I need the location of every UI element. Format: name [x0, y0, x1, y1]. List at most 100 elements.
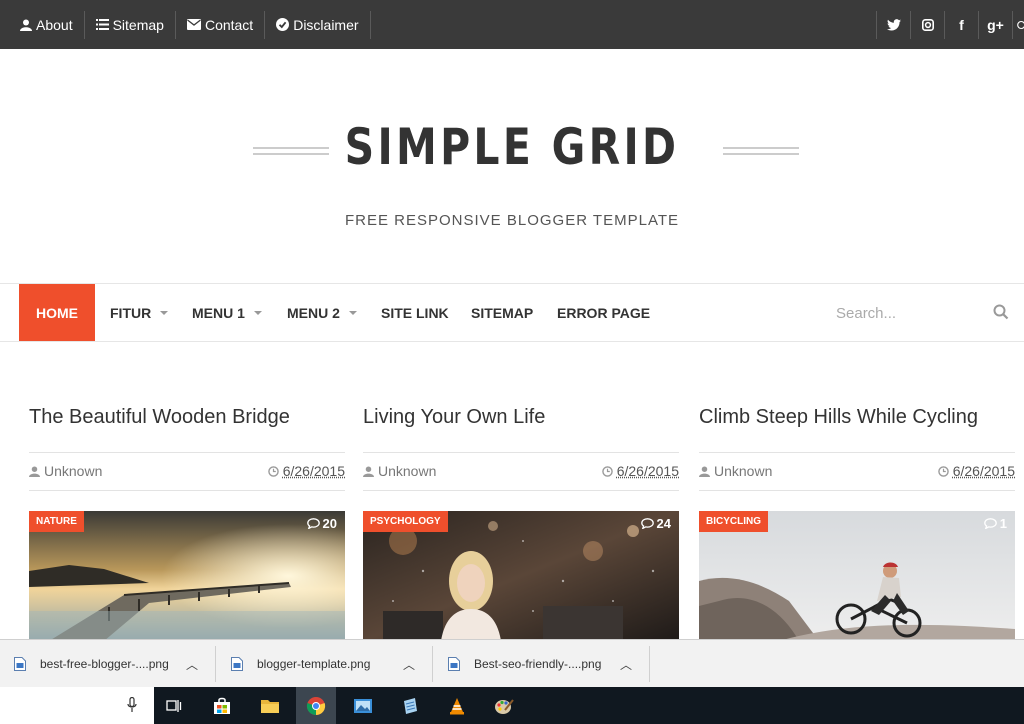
post-date: 6/26/2015 [267, 463, 345, 479]
download-item[interactable]: best-free-blogger-....png [14, 645, 169, 683]
top-link-disclaimer[interactable]: Disclaimer [265, 10, 371, 39]
vlc-icon[interactable] [437, 687, 477, 724]
comment-count-value: 1 [999, 516, 1007, 531]
top-link-label: Contact [204, 16, 254, 33]
store-icon[interactable] [202, 687, 242, 724]
pinterest-icon[interactable] [1012, 10, 1024, 39]
nav-item-menu-1[interactable]: MENU 1 [192, 284, 262, 341]
facebook-icon[interactable]: f [944, 10, 978, 39]
social-links: f g+ [876, 0, 1024, 49]
twitter-icon[interactable] [876, 10, 910, 39]
comment-icon [306, 518, 320, 529]
microphone-icon[interactable] [127, 697, 137, 713]
chevron-up-icon[interactable]: ︿ [186, 656, 198, 673]
divider [649, 646, 650, 682]
taskbar [0, 687, 1024, 724]
post-thumbnail[interactable]: BICYCLING 1 [699, 511, 1015, 641]
date-value: 6/26/2015 [616, 463, 679, 479]
site-title[interactable]: SIMPLE GRID [92, 118, 932, 176]
user-icon [20, 19, 32, 31]
search-box[interactable] [0, 687, 154, 724]
author-name: Unknown [714, 463, 773, 479]
file-explorer-icon[interactable] [250, 687, 290, 724]
post-date: 6/26/2015 [601, 463, 679, 479]
divider [29, 490, 345, 491]
category-label[interactable]: NATURE [29, 511, 84, 532]
main-nav: HOME FITUR MENU 1 MENU 2 SITE LINK SITEM… [0, 283, 1024, 342]
post-title[interactable]: Climb Steep Hills While Cycling [699, 406, 978, 429]
divider [215, 646, 216, 682]
author-name: Unknown [44, 463, 103, 479]
caret-down-icon [348, 310, 357, 315]
top-link-label: Sitemap [112, 16, 164, 33]
search-icon[interactable] [993, 304, 1009, 320]
facebook-glyph: f [959, 16, 964, 33]
post-title[interactable]: The Beautiful Wooden Bridge [29, 406, 290, 429]
category-label[interactable]: BICYCLING [699, 511, 768, 532]
divider [699, 452, 1015, 453]
top-bar: About Sitemap Contact Disclaimer f g+ [0, 0, 1024, 49]
download-item[interactable]: Best-seo-friendly-....png [448, 645, 601, 683]
search-input[interactable] [836, 302, 986, 324]
post-author[interactable]: Unknown [699, 463, 772, 479]
post-title[interactable]: Living Your Own Life [363, 406, 545, 429]
google-plus-glyph: g+ [987, 16, 1004, 33]
google-plus-icon[interactable]: g+ [978, 10, 1012, 39]
caret-down-icon [160, 310, 169, 315]
post-thumbnail[interactable]: NATURE 20 [29, 511, 345, 641]
chevron-up-icon[interactable]: ︿ [620, 656, 632, 673]
chrome-icon[interactable] [296, 687, 336, 724]
nav-item-label: SITE LINK [381, 304, 449, 321]
task-view-icon[interactable] [154, 687, 194, 724]
comment-count[interactable]: 20 [306, 516, 337, 531]
category-label[interactable]: PSYCHOLOGY [363, 511, 448, 532]
check-circle-icon [276, 18, 290, 31]
comment-count[interactable]: 24 [640, 516, 671, 531]
nav-item-label: MENU 2 [287, 304, 340, 321]
clock-icon [601, 465, 613, 477]
author-name: Unknown [378, 463, 437, 479]
title-decoration-right [723, 147, 799, 155]
nav-item-fitur[interactable]: FITUR [110, 284, 169, 341]
divider [363, 452, 679, 453]
post-author[interactable]: Unknown [363, 463, 436, 479]
nav-item-error-page[interactable]: ERROR PAGE [557, 284, 650, 341]
paint-icon[interactable] [484, 687, 524, 724]
download-filename: Best-seo-friendly-....png [474, 657, 602, 671]
nav-item-label: FITUR [110, 304, 152, 321]
list-icon [95, 19, 109, 30]
divider [29, 452, 345, 453]
nav-home[interactable]: HOME [19, 284, 95, 341]
download-bar: best-free-blogger-....png ︿ blogger-temp… [0, 639, 1024, 687]
top-link-sitemap[interactable]: Sitemap [85, 10, 176, 39]
nav-item-label: MENU 1 [192, 304, 245, 321]
top-links: About Sitemap Contact Disclaimer [0, 0, 371, 49]
nav-item-menu-2[interactable]: MENU 2 [287, 284, 357, 341]
comment-count[interactable]: 1 [983, 516, 1007, 531]
user-icon [699, 465, 710, 477]
divider [432, 646, 433, 682]
divider [699, 490, 1015, 491]
top-link-about[interactable]: About [0, 10, 85, 39]
nav-item-site-link[interactable]: SITE LINK [381, 284, 449, 341]
post-author[interactable]: Unknown [29, 463, 102, 479]
chevron-up-icon[interactable]: ︿ [403, 656, 415, 673]
clock-icon [937, 465, 949, 477]
envelope-icon [186, 19, 201, 30]
comment-icon [983, 518, 997, 529]
comment-count-value: 24 [656, 516, 671, 531]
notepad-icon[interactable] [390, 687, 430, 724]
date-value: 6/26/2015 [282, 463, 345, 479]
post-thumbnail[interactable]: PSYCHOLOGY 24 [363, 511, 679, 641]
date-value: 6/26/2015 [952, 463, 1015, 479]
nav-item-label: SITEMAP [471, 304, 534, 321]
top-link-contact[interactable]: Contact [176, 10, 266, 39]
nav-item-sitemap[interactable]: SITEMAP [471, 284, 533, 341]
site-tagline: FREE RESPONSIVE BLOGGER TEMPLATE [344, 212, 680, 229]
download-filename: best-free-blogger-....png [40, 657, 169, 671]
image-file-icon [14, 657, 26, 671]
download-item[interactable]: blogger-template.png [231, 645, 370, 683]
instagram-icon[interactable] [910, 10, 944, 39]
top-link-label: Disclaimer [293, 16, 359, 33]
photo-viewer-icon[interactable] [343, 687, 383, 724]
